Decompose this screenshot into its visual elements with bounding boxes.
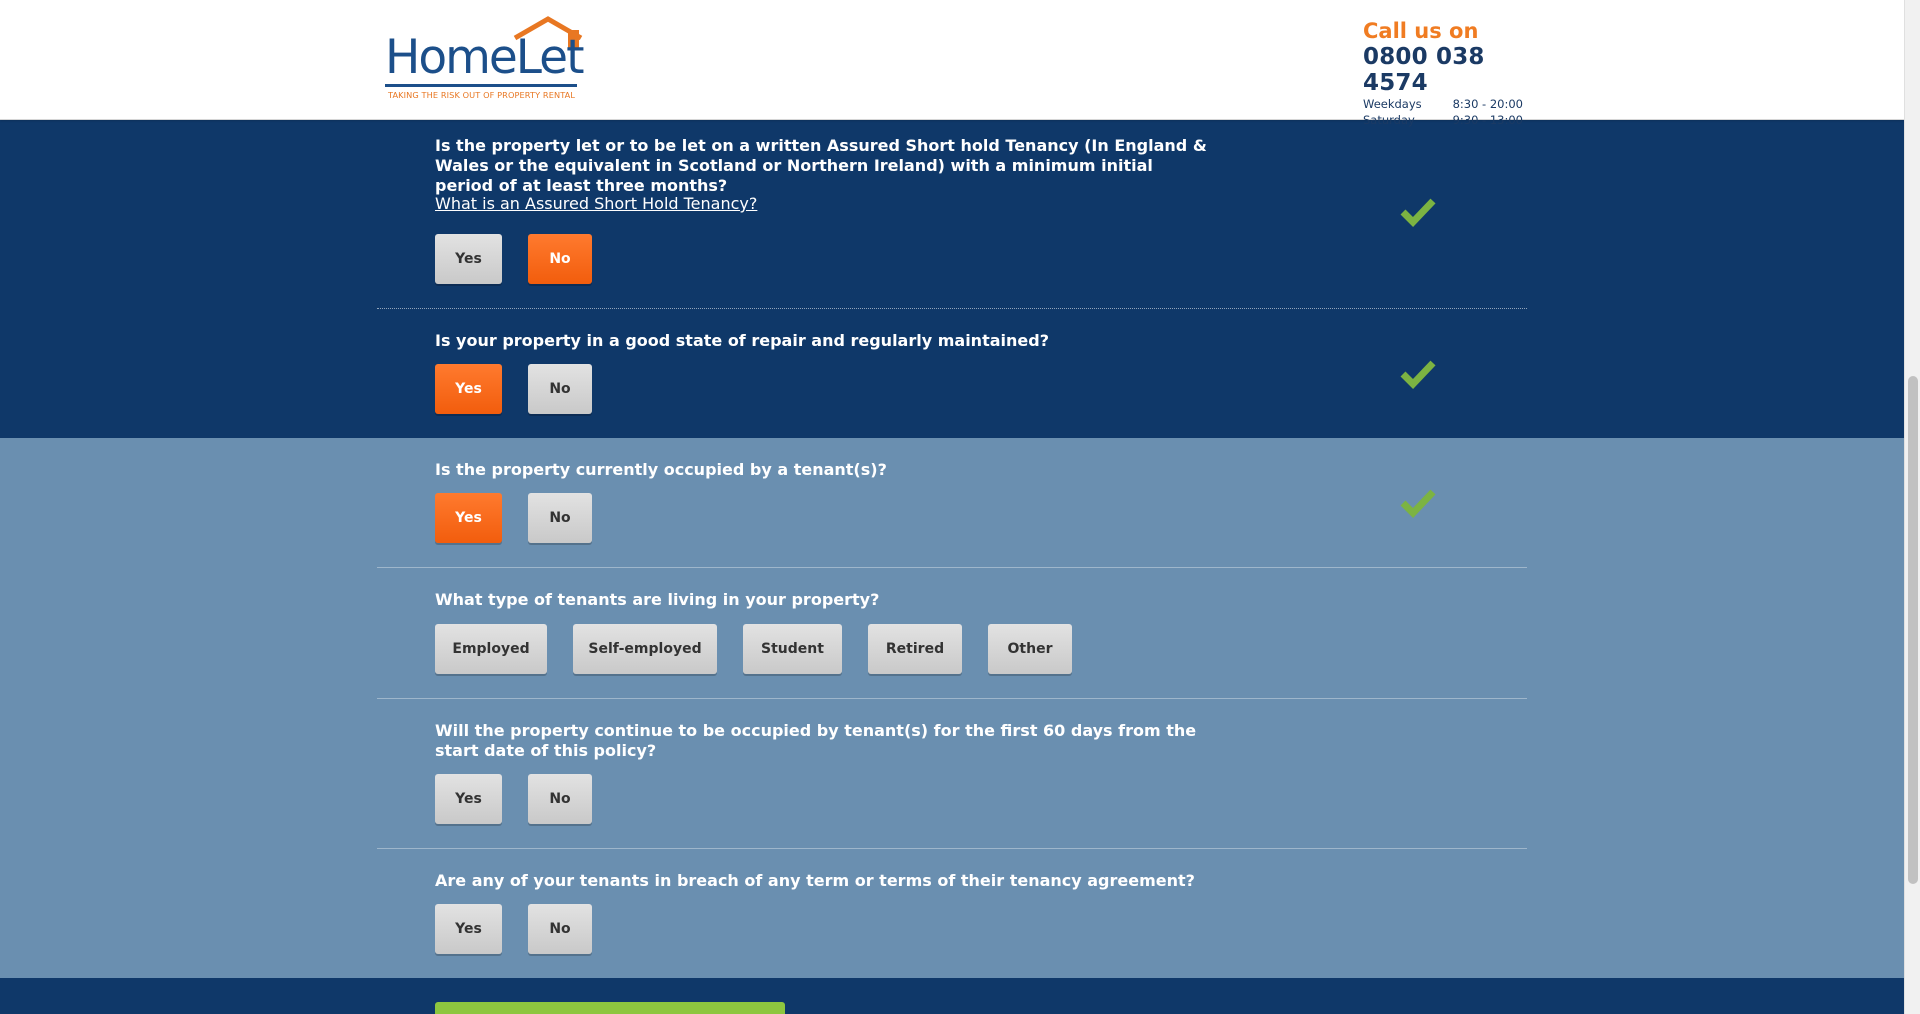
q5-no-button[interactable]: No (528, 774, 592, 824)
question-ast: Is the property let or to be let on a wr… (435, 136, 1207, 195)
check-icon (1400, 198, 1436, 227)
question-continue-occupied: Will the property continue to be occupie… (435, 721, 1197, 760)
ast-help-link[interactable]: What is an Assured Short Hold Tenancy? (435, 194, 757, 213)
check-icon (1400, 489, 1436, 518)
logo-home-text: Home (385, 30, 518, 85)
logo-underline (385, 84, 577, 87)
question-occupied: Is the property currently occupied by a … (435, 460, 887, 479)
q2-yes-button[interactable]: Yes (435, 364, 502, 414)
q6-no-button[interactable]: No (528, 904, 592, 954)
call-us-label: Call us on (1363, 19, 1479, 43)
divider (377, 308, 1527, 309)
divider (377, 848, 1527, 849)
footer-band (0, 978, 1904, 1014)
q1-no-button[interactable]: No (528, 234, 592, 284)
option-employed-button[interactable]: Employed (435, 624, 547, 674)
divider (377, 698, 1527, 699)
site-header: HomeLet TAKING THE RISK OUT OF PROPERTY … (0, 0, 1904, 127)
option-student-button[interactable]: Student (743, 624, 842, 674)
scrollbar-thumb[interactable] (1908, 376, 1918, 884)
q1-yes-button[interactable]: Yes (435, 234, 502, 284)
logo-wordmark: HomeLet (385, 34, 584, 81)
hours-weekdays: Weekdays 8:30 - 20:00 (1363, 96, 1523, 112)
phone-number[interactable]: 0800 038 4574 (1363, 44, 1533, 96)
page: HomeLet TAKING THE RISK OUT OF PROPERTY … (0, 0, 1904, 1014)
current-section (0, 438, 1904, 978)
option-other-button[interactable]: Other (988, 624, 1072, 674)
option-retired-button[interactable]: Retired (868, 624, 962, 674)
page-scrollbar[interactable] (1904, 0, 1920, 1014)
logo-let-text: Let (515, 30, 585, 85)
hours-time: 8:30 - 20:00 (1452, 97, 1523, 111)
divider (377, 567, 1527, 568)
q2-no-button[interactable]: No (528, 364, 592, 414)
logo-tagline: TAKING THE RISK OUT OF PROPERTY RENTAL (388, 90, 576, 100)
question-breach: Are any of your tenants in breach of any… (435, 871, 1195, 890)
hours-day: Saturday (1363, 113, 1415, 127)
q3-no-button[interactable]: No (528, 493, 592, 543)
continue-button[interactable] (435, 1002, 785, 1014)
hours-day: Weekdays (1363, 97, 1422, 111)
hours-time: 9:30 - 13:00 (1452, 113, 1523, 127)
question-tenant-type: What type of tenants are living in your … (435, 590, 880, 609)
homelet-logo[interactable]: HomeLet TAKING THE RISK OUT OF PROPERTY … (385, 16, 585, 104)
option-self-employed-button[interactable]: Self-employed (573, 624, 717, 674)
q6-yes-button[interactable]: Yes (435, 904, 502, 954)
check-icon (1400, 360, 1436, 389)
q3-yes-button[interactable]: Yes (435, 493, 502, 543)
question-repair: Is your property in a good state of repa… (435, 331, 1049, 350)
hours-saturday: Saturday 9:30 - 13:00 (1363, 112, 1523, 128)
contact-info: Call us on 0800 038 4574 Weekdays 8:30 -… (1363, 18, 1533, 128)
q5-yes-button[interactable]: Yes (435, 774, 502, 824)
